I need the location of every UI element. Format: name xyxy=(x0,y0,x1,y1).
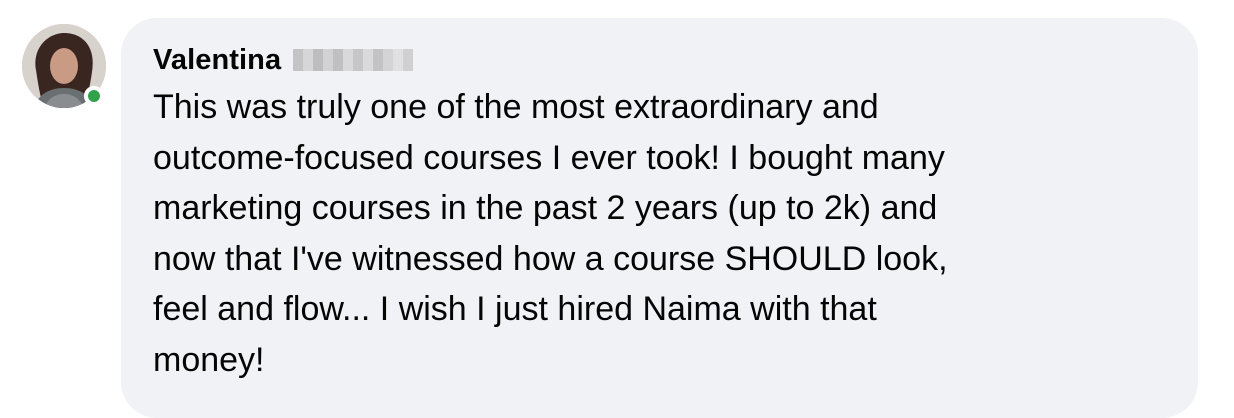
online-status-icon xyxy=(84,86,104,106)
comment-bubble: Valentina This was truly one of the most… xyxy=(121,18,1198,418)
avatar-container[interactable] xyxy=(22,24,106,108)
comment-text: This was truly one of the most extraordi… xyxy=(153,88,948,379)
author-name[interactable]: Valentina xyxy=(153,44,281,77)
redacted-surname xyxy=(293,49,414,71)
comment-author: Valentina xyxy=(153,40,414,80)
